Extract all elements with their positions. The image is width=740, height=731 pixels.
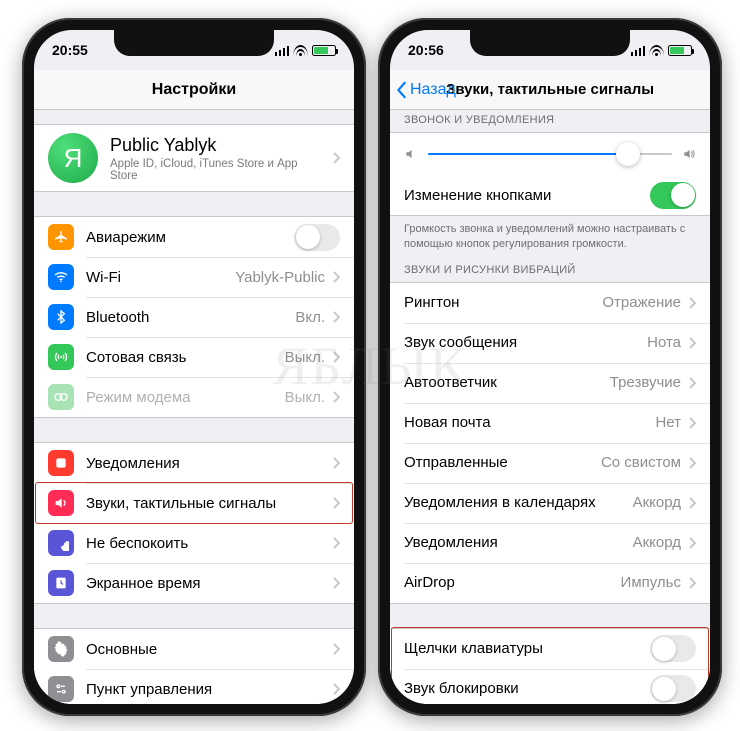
section-ringer: ЗВОНОК И УВЕДОМЛЕНИЯ — [390, 110, 710, 132]
chevron-right-icon — [333, 497, 340, 509]
notifications-icon — [48, 450, 74, 476]
chevron-right-icon — [333, 537, 340, 549]
battery-icon — [312, 45, 336, 56]
wifi-settings-icon — [48, 264, 74, 290]
chevron-right-icon — [333, 311, 340, 323]
chevron-right-icon — [333, 683, 340, 695]
row-airplane[interactable]: Авиарежим — [34, 217, 354, 257]
bluetooth-icon — [48, 304, 74, 330]
navbar-title: Настройки — [152, 81, 236, 99]
profile-row[interactable]: Я Public Yablyk Apple ID, iCloud, iTunes… — [34, 125, 354, 191]
chevron-right-icon — [333, 577, 340, 589]
row-newmail[interactable]: Новая почтаНет — [390, 403, 710, 443]
control-center-icon — [48, 676, 74, 702]
chevron-left-icon — [396, 81, 408, 99]
status-time: 20:55 — [52, 42, 88, 58]
chevron-right-icon — [333, 152, 340, 164]
sounds-icon — [48, 490, 74, 516]
row-sentmail[interactable]: ОтправленныеСо свистом — [390, 443, 710, 483]
chevron-right-icon — [689, 577, 696, 589]
screentime-icon — [48, 570, 74, 596]
volume-low-icon — [404, 147, 418, 161]
profile-sub: Apple ID, iCloud, iTunes Store и App Sto… — [110, 158, 325, 182]
profile-name: Public Yablyk — [110, 135, 325, 156]
row-airdrop[interactable]: AirDropИмпульс — [390, 563, 710, 603]
signal-icon — [275, 45, 290, 56]
avatar: Я — [48, 133, 98, 183]
section-patterns: ЗВУКИ И РИСУНКИ ВИБРАЦИЙ — [390, 262, 710, 282]
row-reminder-alerts[interactable]: УведомленияАккорд — [390, 523, 710, 563]
phone-left: 20:55 Настройки Я Public Yablyk — [22, 18, 366, 716]
chevron-right-icon — [689, 337, 696, 349]
chevron-right-icon — [689, 417, 696, 429]
airplane-icon — [48, 224, 74, 250]
dnd-icon — [48, 530, 74, 556]
row-wifi[interactable]: Wi-Fi Yablyk-Public — [34, 257, 354, 297]
chevron-right-icon — [333, 391, 340, 403]
row-voicemail[interactable]: АвтоответчикТрезвучие — [390, 363, 710, 403]
keyboard-clicks-toggle[interactable] — [650, 635, 696, 662]
chevron-right-icon — [689, 537, 696, 549]
row-lock-sound[interactable]: Звук блокировки — [390, 669, 710, 704]
chevron-right-icon — [689, 497, 696, 509]
navbar-title: Звуки, тактильные сигналы — [446, 81, 654, 98]
row-calendar-alerts[interactable]: Уведомления в календаряхАккорд — [390, 483, 710, 523]
row-sounds[interactable]: Звуки, тактильные сигналы — [34, 483, 354, 523]
row-bluetooth[interactable]: Bluetooth Вкл. — [34, 297, 354, 337]
change-buttons-toggle[interactable] — [650, 182, 696, 209]
row-cellular[interactable]: Сотовая связь Выкл. — [34, 337, 354, 377]
row-dnd[interactable]: Не беспокоить — [34, 523, 354, 563]
phone-right: 20:56 Назад Звуки, тактильные сигналы ЗВ… — [378, 18, 722, 716]
volume-high-icon — [682, 147, 696, 161]
hotspot-icon — [48, 384, 74, 410]
row-change-with-buttons[interactable]: Изменение кнопками — [390, 175, 710, 215]
chevron-right-icon — [333, 351, 340, 363]
chevron-right-icon — [333, 643, 340, 655]
gear-icon — [48, 636, 74, 662]
wifi-icon — [649, 45, 664, 56]
row-texttone[interactable]: Звук сообщенияНота — [390, 323, 710, 363]
row-hotspot[interactable]: Режим модема Выкл. — [34, 377, 354, 417]
navbar: Назад Звуки, тактильные сигналы — [390, 70, 710, 110]
row-ringtone[interactable]: РингтонОтражение — [390, 283, 710, 323]
battery-icon — [668, 45, 692, 56]
row-keyboard-clicks[interactable]: Щелчки клавиатуры — [390, 629, 710, 669]
chevron-right-icon — [689, 457, 696, 469]
airplane-toggle[interactable] — [294, 224, 340, 251]
row-control-center[interactable]: Пункт управления — [34, 669, 354, 704]
row-general[interactable]: Основные — [34, 629, 354, 669]
navbar: Настройки — [34, 70, 354, 110]
ringer-slider[interactable] — [428, 153, 672, 155]
chevron-right-icon — [689, 377, 696, 389]
ringer-slider-row[interactable] — [390, 133, 710, 175]
wifi-icon — [293, 45, 308, 56]
cellular-icon — [48, 344, 74, 370]
row-notifications[interactable]: Уведомления — [34, 443, 354, 483]
chevron-right-icon — [689, 297, 696, 309]
notch — [470, 30, 630, 56]
status-time: 20:56 — [408, 42, 444, 58]
signal-icon — [631, 45, 646, 56]
lock-sound-toggle[interactable] — [650, 675, 696, 702]
row-screentime[interactable]: Экранное время — [34, 563, 354, 603]
chevron-right-icon — [333, 271, 340, 283]
notch — [114, 30, 274, 56]
chevron-right-icon — [333, 457, 340, 469]
back-button[interactable]: Назад — [396, 70, 456, 109]
ringer-footer: Громкость звонка и уведомлений можно нас… — [390, 216, 710, 262]
